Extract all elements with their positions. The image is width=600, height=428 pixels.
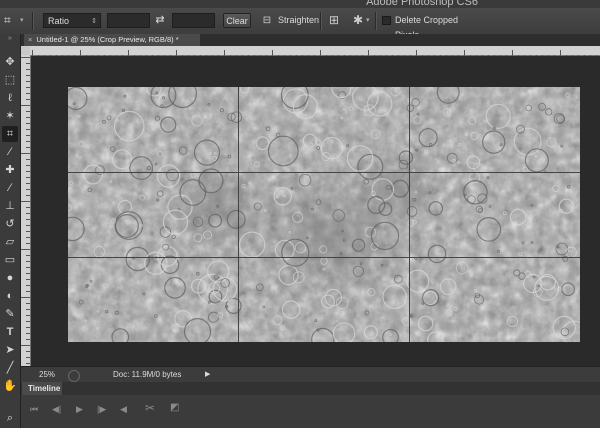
lasso-tool-icon[interactable]: ℓ <box>2 90 18 106</box>
pen-tool-icon[interactable]: ✎ <box>2 306 18 322</box>
eyedropper-tool-icon[interactable]: ⁄ <box>2 144 18 160</box>
height-input[interactable] <box>172 13 215 28</box>
path-selection-tool-icon[interactable]: ➤ <box>2 342 18 358</box>
document-tab[interactable]: × Untitled-1 @ 25% (Crop Preview, RGB/8) … <box>24 34 200 46</box>
tools-panel: » ✥ ⬚ ℓ ✶ ⌗ ⁄ ✚ ∕ ⊥ ↺ ▱ ▭ ● ◐ ✎ T ➤ ╱ ✋ <box>0 34 21 394</box>
moon-map-image <box>68 87 580 342</box>
audio-icon[interactable]: ◀ <box>120 404 127 415</box>
history-brush-tool-icon[interactable]: ↺ <box>2 216 18 232</box>
previous-frame-icon[interactable]: ◀| <box>52 404 61 415</box>
ruler-origin[interactable] <box>21 46 30 55</box>
ratio-select-value: Ratio <box>48 16 70 26</box>
app-title: Adobe Photoshop CS6 <box>366 0 478 8</box>
clear-button[interactable]: Clear <box>223 13 251 28</box>
clone-stamp-tool-icon[interactable]: ⊥ <box>2 198 18 214</box>
delete-cropped-checkbox[interactable] <box>382 16 391 25</box>
tools-panel-bottom: ⌕ <box>0 394 21 428</box>
next-frame-icon[interactable]: |▶ <box>97 404 106 415</box>
close-icon[interactable]: × <box>28 35 32 44</box>
horizontal-ruler[interactable] <box>30 46 600 59</box>
line-tool-icon[interactable]: ╱ <box>2 360 18 376</box>
chevron-down-icon[interactable]: ▾ <box>20 13 28 28</box>
document-tab-title: Untitled-1 @ 25% (Crop Preview, RGB/8) * <box>36 35 179 44</box>
hand-tool-icon[interactable]: ✋ <box>2 378 18 394</box>
zoom-level[interactable]: 25% <box>39 367 55 383</box>
doc-size-info: Doc: 11.9M/0 bytes <box>113 370 182 379</box>
go-to-first-frame-icon[interactable]: ⏮ <box>30 404 38 415</box>
split-clip-icon[interactable]: ✂ <box>145 401 155 415</box>
crop-tool-preset-icon[interactable]: ⌗ <box>4 13 18 28</box>
status-bar: 25% Doc: 11.9M/0 bytes ▶ <box>21 366 600 383</box>
timeline-panel-header <box>21 382 600 395</box>
blur-tool-icon[interactable]: ● <box>2 270 18 286</box>
options-bar: ⌗ ▾ Ratio ⇕ ⇄ Clear ⊟ Straighten ⊞ ✱ ▾ D… <box>0 8 600 40</box>
timeline-tab[interactable]: Timeline <box>22 382 62 395</box>
gear-icon[interactable]: ✱ <box>351 13 365 28</box>
straighten-icon[interactable]: ⊟ <box>260 13 274 28</box>
vertical-ruler[interactable] <box>21 55 31 366</box>
magic-wand-tool-icon[interactable]: ✶ <box>2 108 18 124</box>
app-title-bar: Adobe Photoshop CS6 <box>0 0 600 8</box>
eraser-tool-icon[interactable]: ▱ <box>2 234 18 250</box>
width-input[interactable] <box>107 13 150 28</box>
gear-chevron-icon[interactable]: ▾ <box>366 13 372 28</box>
healing-brush-tool-icon[interactable]: ✚ <box>2 162 18 178</box>
vertical-ruler-ticks <box>21 57 30 364</box>
collapse-panel-icon[interactable]: » <box>2 35 18 43</box>
dodge-tool-icon[interactable]: ◐ <box>2 288 18 304</box>
brush-tool-icon[interactable]: ∕ <box>2 180 18 196</box>
ratio-select[interactable]: Ratio ⇕ <box>43 13 101 28</box>
straighten-label[interactable]: Straighten <box>278 13 319 28</box>
image-canvas[interactable] <box>68 87 580 342</box>
delete-cropped-label: Delete Cropped Pixels <box>395 15 459 40</box>
status-menu-arrow-icon[interactable]: ▶ <box>205 367 210 383</box>
zoom-tool-icon[interactable]: ⌕ <box>2 410 18 426</box>
crop-tool-icon[interactable]: ⌗ <box>2 126 18 142</box>
overlay-grid-icon[interactable]: ⊞ <box>327 13 341 28</box>
play-icon[interactable]: ▶ <box>76 404 83 415</box>
swap-icon[interactable]: ⇄ <box>153 13 167 28</box>
timeline-panel <box>21 395 600 428</box>
updown-arrows-icon: ⇕ <box>91 18 97 25</box>
move-tool-icon[interactable]: ✥ <box>2 54 18 70</box>
marquee-tool-icon[interactable]: ⬚ <box>2 72 18 88</box>
transition-icon[interactable]: ◩ <box>170 402 179 413</box>
type-tool-icon[interactable]: T <box>2 324 18 340</box>
status-preview-icon[interactable] <box>68 370 80 382</box>
gradient-tool-icon[interactable]: ▭ <box>2 252 18 268</box>
